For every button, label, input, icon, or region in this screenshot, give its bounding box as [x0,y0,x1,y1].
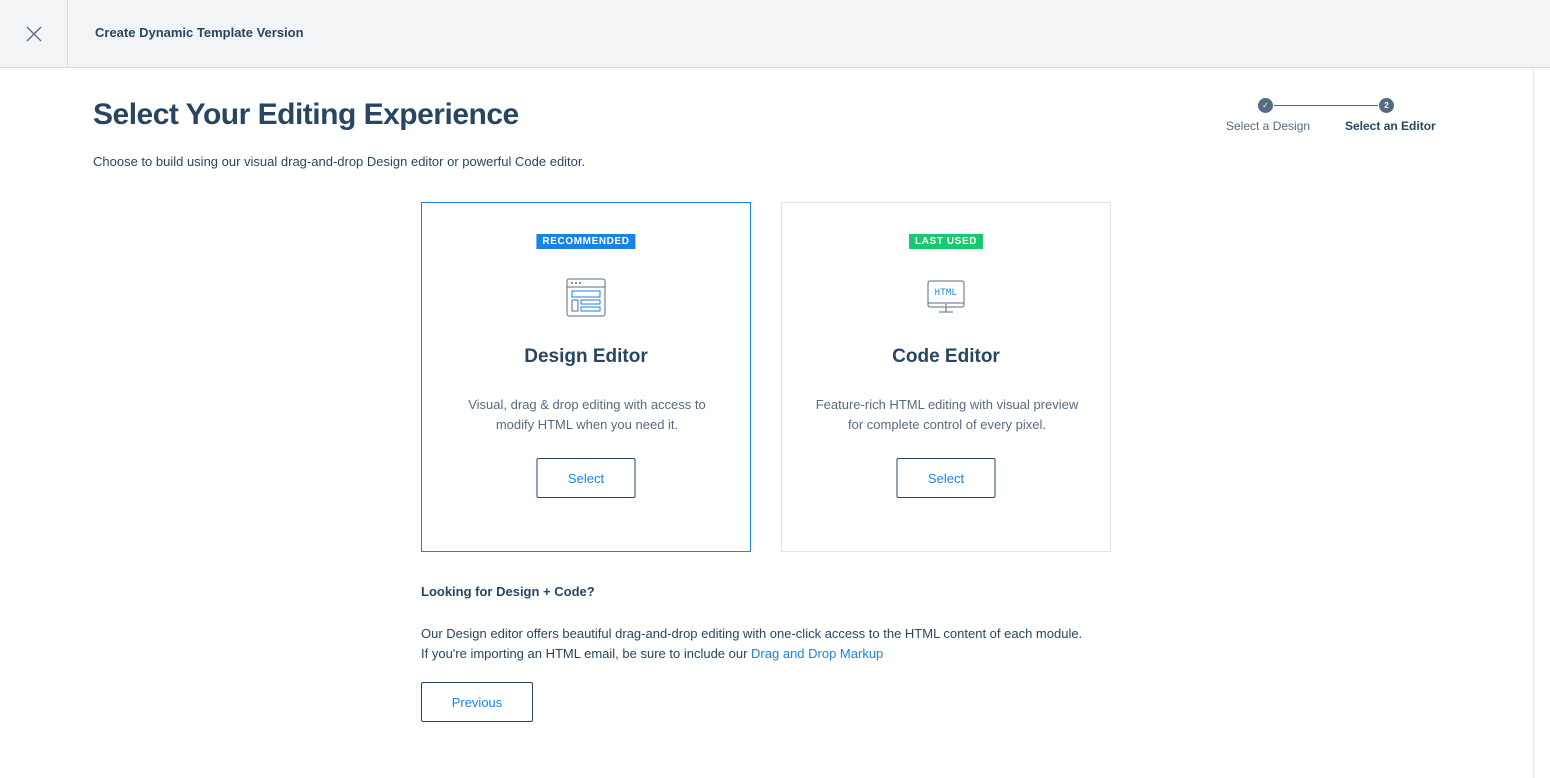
code-editor-card[interactable]: LAST USED HTML Code Editor Feature-rich … [781,202,1111,552]
recommended-badge: RECOMMENDED [536,234,636,249]
code-editor-title: Code Editor [892,346,1000,367]
scrollbar[interactable] [1533,68,1550,778]
info-line-1: Our Design editor offers beautiful drag-… [421,626,1083,641]
close-button[interactable] [0,0,68,67]
last-used-badge: LAST USED [908,234,984,249]
close-icon [26,26,41,41]
code-editor-description: Feature-rich HTML editing with visual pr… [815,397,1079,432]
page-title: Select Your Editing Experience [93,98,519,131]
select-code-editor-button[interactable]: Select [896,458,996,498]
design-layout-icon [566,278,606,317]
step-label-select-editor: Select an Editor [1345,119,1436,133]
info-text: Our Design editor offers beautiful drag-… [421,624,1082,664]
info-heading: Looking for Design + Code? [421,584,595,599]
top-bar: Create Dynamic Template Version [0,0,1550,68]
design-editor-title: Design Editor [524,346,648,367]
progress-stepper: ✓ 2 Select a Design Select an Editor [1220,97,1450,137]
page-subtitle: Choose to build using our visual drag-an… [93,154,586,169]
previous-button[interactable]: Previous [421,682,533,722]
design-editor-description: Visual, drag & drop editing with access … [468,397,706,432]
info-line-2: If you're importing an HTML email, be su… [421,644,1082,664]
header-title: Create Dynamic Template Version [95,25,304,40]
stepper-connector [1274,105,1378,106]
select-design-editor-button[interactable]: Select [536,458,636,498]
step-label-select-design[interactable]: Select a Design [1226,119,1310,133]
step-number-marker: 2 [1379,98,1394,113]
drag-and-drop-markup-link[interactable]: Drag and Drop Markup [751,646,883,661]
design-editor-card[interactable]: RECOMMENDED Design Editor Visual, drag &… [421,202,751,552]
info-line-2-text: If you're importing an HTML email, be su… [421,646,752,661]
step-complete-check-icon: ✓ [1258,98,1273,113]
html-monitor-icon: HTML [927,280,965,313]
svg-text:HTML: HTML [935,288,957,298]
